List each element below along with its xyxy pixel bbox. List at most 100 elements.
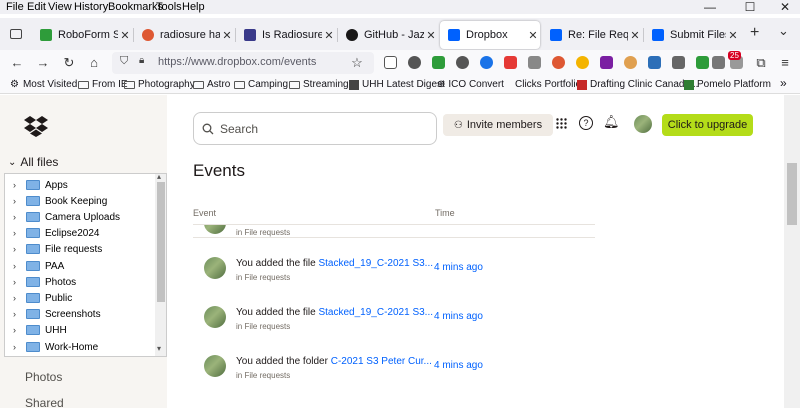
tab-close-icon[interactable]: ✕ [726,29,740,42]
sidebar-photos[interactable]: Photos [25,370,62,384]
menu-bookmarks[interactable]: Bookmarks [108,1,163,13]
chevron-right-icon[interactable]: › [13,228,23,238]
extension-circle-icon[interactable] [456,56,469,69]
bookmark-most-visited[interactable]: ⚙ Most Visited [10,79,77,90]
scroll-down-icon[interactable]: ▾ [157,344,161,353]
tree-item-public[interactable]: › Public [5,290,155,306]
bookmark-clicks-portfolio[interactable]: Clicks Portfolio [515,79,581,90]
chevron-right-icon[interactable]: › [13,212,23,222]
url-bar[interactable]: ⛉ 🔒︎ https://www.dropbox.com/events [112,52,374,74]
tree-item-camera-uploads[interactable]: › Camera Uploads [5,209,155,225]
tab-radiosure[interactable]: Is Radiosure gone? ✕ [236,21,336,49]
extension-l-icon[interactable] [600,56,613,69]
chevron-right-icon[interactable]: › [13,293,23,303]
event-row[interactable]: You added the file Stacked_19_C-2021 S3.… [193,299,595,347]
dropbox-logo-icon[interactable] [24,116,48,137]
bookmark-from-ie[interactable]: From IE [78,79,128,90]
menu-help[interactable]: Help [182,1,205,13]
event-file-link[interactable]: Stacked_19_C-2021 S3... [318,258,433,269]
forward-icon[interactable]: → [34,54,52,72]
tree-item-eclipse2024[interactable]: › Eclipse2024 [5,225,155,241]
tree-scrollbar-thumb[interactable] [157,182,165,302]
event-row[interactable]: You added the file Stacked_19_C-2021 S3.… [193,250,595,298]
tab-dropbox-active[interactable]: Dropbox ✕ [440,21,540,49]
tab-close-icon[interactable]: ✕ [526,29,540,42]
menu-history[interactable]: History [74,1,108,13]
menu-tools[interactable]: Tools [156,1,182,13]
shield-icon[interactable]: ⛉ [120,55,128,68]
chevron-right-icon[interactable]: › [13,277,23,287]
bookmark-star-icon[interactable]: ☆ [348,54,366,72]
chevron-right-icon[interactable]: › [13,325,23,335]
extensions-puzzle-icon[interactable]: ⧉ [752,54,770,72]
tab-close-icon[interactable]: ✕ [424,29,438,42]
tab-close-icon[interactable]: ✕ [322,29,336,42]
event-folder-link[interactable]: C-2021 S3 Peter Cur... [331,356,432,367]
extension-face-icon[interactable] [624,56,637,69]
tab-close-icon[interactable]: ✕ [220,29,234,42]
firefox-view-icon[interactable] [10,29,22,39]
help-icon[interactable]: ? [579,116,593,130]
app-grid-icon[interactable] [556,118,567,129]
duckduckgo-extension-icon[interactable] [552,56,565,69]
tab-submit-files[interactable]: Submit Files - Dropbox ✕ [644,21,740,49]
chevron-right-icon[interactable]: › [13,196,23,206]
chevron-right-icon[interactable]: › [13,309,23,319]
list-tabs-icon[interactable]: ⌄ [778,23,789,39]
bookmark-astro[interactable]: Astro [193,79,230,90]
tree-item-uhh[interactable]: › UHH [5,322,155,338]
menu-file[interactable]: File [6,1,24,13]
menu-edit[interactable]: Edit [27,1,46,13]
extension-hex-icon[interactable] [712,56,725,69]
event-time[interactable]: 4 mins ago [434,311,483,322]
extension-blue-icon[interactable] [648,56,661,69]
home-icon[interactable]: ⌂ [85,54,103,72]
user-avatar[interactable] [634,115,652,133]
minimize-button[interactable]: — [690,0,730,18]
maximize-button[interactable]: ☐ [730,0,770,18]
camera-extension-icon[interactable] [504,56,517,69]
event-row[interactable]: You added the folder C-2021 S3 Peter Cur… [193,348,595,396]
tree-item-photos[interactable]: › Photos [5,274,155,290]
menu-hamburger-icon[interactable]: ≡ [776,54,794,72]
invite-members-button[interactable]: ⚇ Invite members [443,114,553,136]
event-row[interactable]: in File requests [193,225,595,253]
back-icon[interactable]: ← [8,54,26,72]
bookmark-drafting-clinic[interactable]: Drafting Clinic Canada... [577,79,698,90]
extension-yellow-icon[interactable] [576,56,589,69]
bookmark-photography[interactable]: Photography [124,79,195,90]
page-scrollbar[interactable] [784,95,800,408]
tab-close-icon[interactable]: ✕ [628,29,642,42]
notification-bell-icon[interactable]: 🔔︎ [603,114,620,130]
roboform-extension-icon[interactable] [432,56,445,69]
bookmark-camping[interactable]: Camping [234,79,288,90]
chevron-right-icon[interactable]: › [13,180,23,190]
scroll-up-icon[interactable]: ▴ [157,174,161,181]
new-tab-button[interactable]: + [750,24,759,42]
reload-icon[interactable]: ↻ [60,54,78,72]
chevron-right-icon[interactable]: › [13,342,23,352]
bookmark-streaming[interactable]: Streaming [289,79,349,90]
menu-view[interactable]: View [48,1,72,13]
bookmark-uhh[interactable]: UHH Latest Digest [349,79,445,90]
chevron-right-icon[interactable]: › [13,261,23,271]
tree-item-apps[interactable]: › Apps [5,177,155,193]
pocket-icon[interactable] [384,56,397,69]
extension-green-icon[interactable] [696,56,709,69]
tree-item-book-keeping[interactable]: › Book Keeping [5,193,155,209]
tab-close-icon[interactable]: ✕ [118,29,132,42]
event-time[interactable]: 4 mins ago [434,360,483,371]
all-files-header[interactable]: ⌄ All files [8,155,58,169]
event-file-link[interactable]: Stacked_19_C-2021 S3... [318,307,433,318]
tab-file-request[interactable]: Re: File Request ✕ [542,21,642,49]
tree-scrollbar[interactable]: ▴ ▾ [155,174,166,356]
zoom-extension-icon[interactable] [480,56,493,69]
search-input[interactable]: Search [193,112,437,145]
extension-bars-icon[interactable] [672,56,685,69]
chevron-right-icon[interactable]: › [13,244,23,254]
event-time[interactable]: 4 mins ago [434,262,483,273]
upgrade-button[interactable]: Click to upgrade [662,114,753,136]
extension-p-icon[interactable] [408,56,421,69]
tab-roboform[interactable]: RoboForm Start Page ✕ [32,21,132,49]
tree-item-work-home[interactable]: › Work-Home [5,339,155,355]
